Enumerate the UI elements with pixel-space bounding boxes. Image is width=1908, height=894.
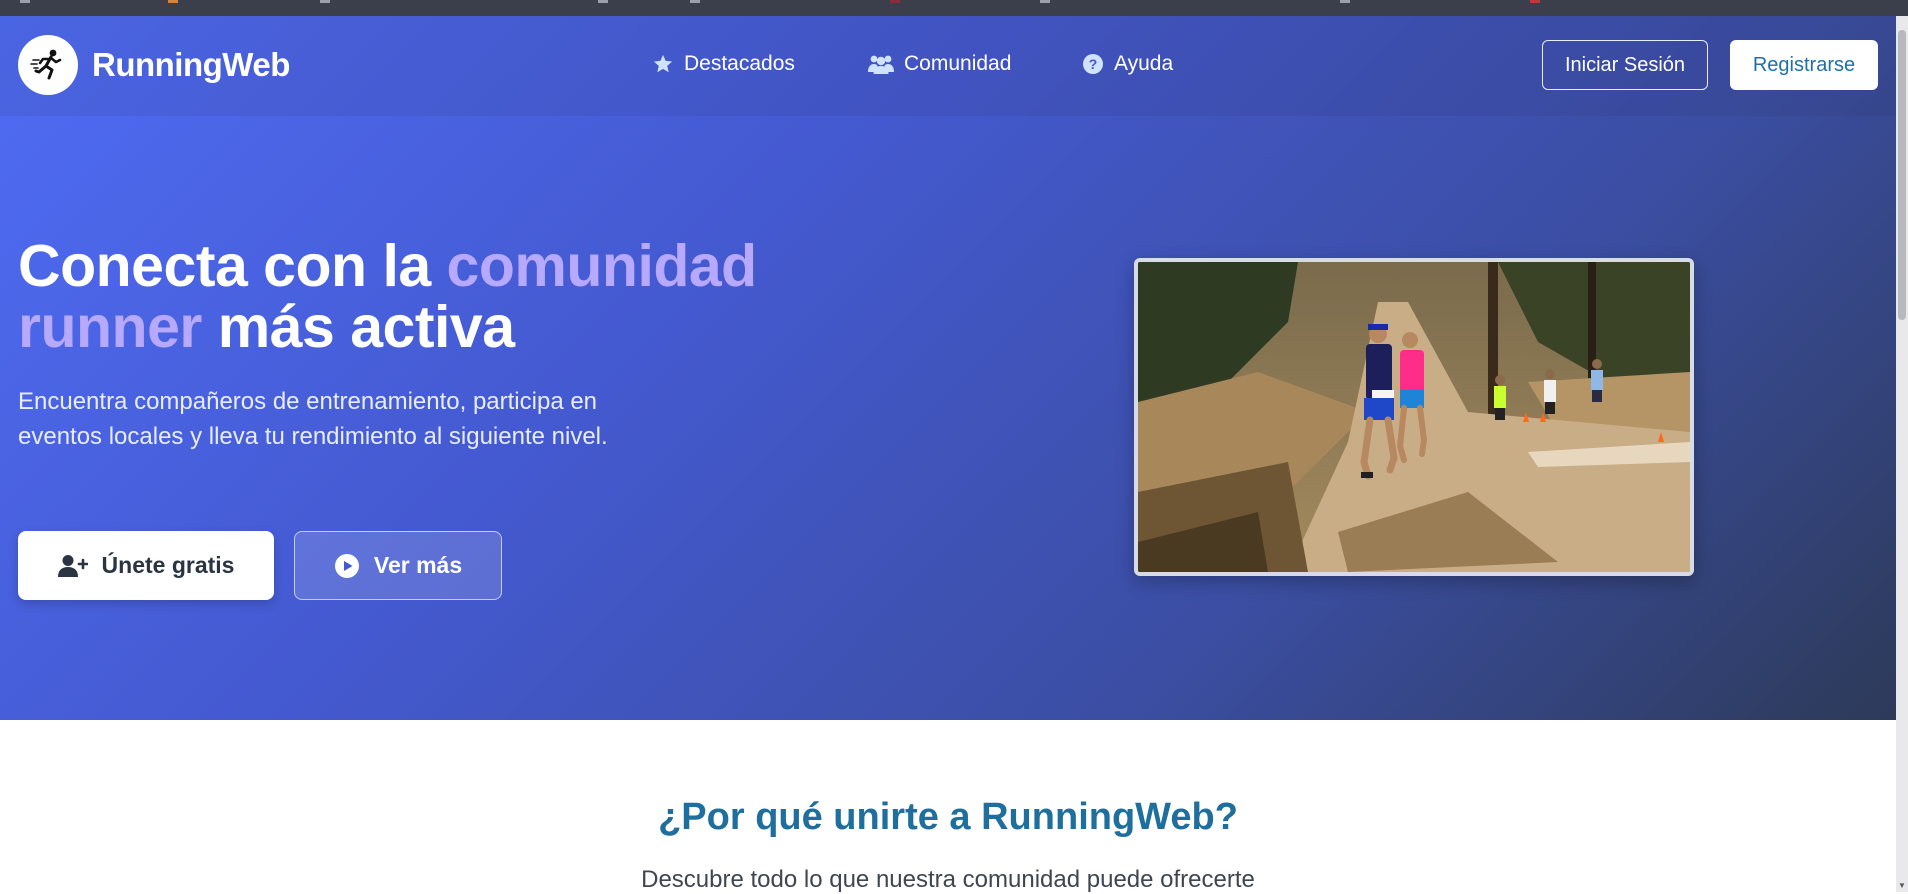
user-plus-icon xyxy=(57,554,88,577)
hero-photo xyxy=(1134,258,1694,576)
svg-text:?: ? xyxy=(1089,56,1098,72)
hero-title-part2: más activa xyxy=(201,294,515,360)
scroll-down-arrow-icon[interactable]: ▼ xyxy=(1896,878,1908,892)
users-icon xyxy=(868,55,894,74)
join-free-label: Únete gratis xyxy=(101,552,235,578)
join-free-button[interactable]: Únete gratis xyxy=(18,531,274,600)
logo[interactable] xyxy=(18,35,78,95)
page-scrollbar[interactable]: ▼ xyxy=(1896,16,1908,892)
login-button[interactable]: Iniciar Sesión xyxy=(1542,40,1708,90)
trail-runners-photo xyxy=(1138,262,1690,572)
scrollbar-thumb[interactable] xyxy=(1898,30,1906,320)
browser-top-strip xyxy=(0,0,1908,16)
hero-title-part1: Conecta con la xyxy=(18,233,447,299)
runner-logo-icon xyxy=(30,49,62,80)
hero-subtitle: Encuentra compañeros de entrenamiento, p… xyxy=(18,388,608,450)
question-circle-icon: ? xyxy=(1083,54,1103,74)
nav-label: Ayuda xyxy=(1114,52,1174,75)
nav-item-destacados[interactable]: Destacados xyxy=(652,52,795,76)
see-more-label: Ver más xyxy=(373,552,463,578)
brand-name[interactable]: RunningWeb xyxy=(92,46,290,84)
features-subtitle: Descubre todo lo que nuestra comunidad p… xyxy=(641,866,1255,893)
play-circle-icon xyxy=(334,553,359,578)
nav-label: Comunidad xyxy=(904,52,1012,75)
star-icon xyxy=(653,54,673,73)
navbar: RunningWeb Destacados Comunidad ? Ayuda … xyxy=(0,16,1896,116)
nav-item-comunidad[interactable]: Comunidad xyxy=(868,52,1011,76)
features-title: ¿Por qué unirte a RunningWeb? xyxy=(658,796,1238,838)
register-button[interactable]: Registrarse xyxy=(1730,40,1878,90)
nav-label: Destacados xyxy=(684,52,795,75)
nav-item-ayuda[interactable]: ? Ayuda xyxy=(1082,52,1173,76)
hero-title: Conecta con la comunidad runner más acti… xyxy=(18,236,918,358)
see-more-button[interactable]: Ver más xyxy=(294,531,502,600)
